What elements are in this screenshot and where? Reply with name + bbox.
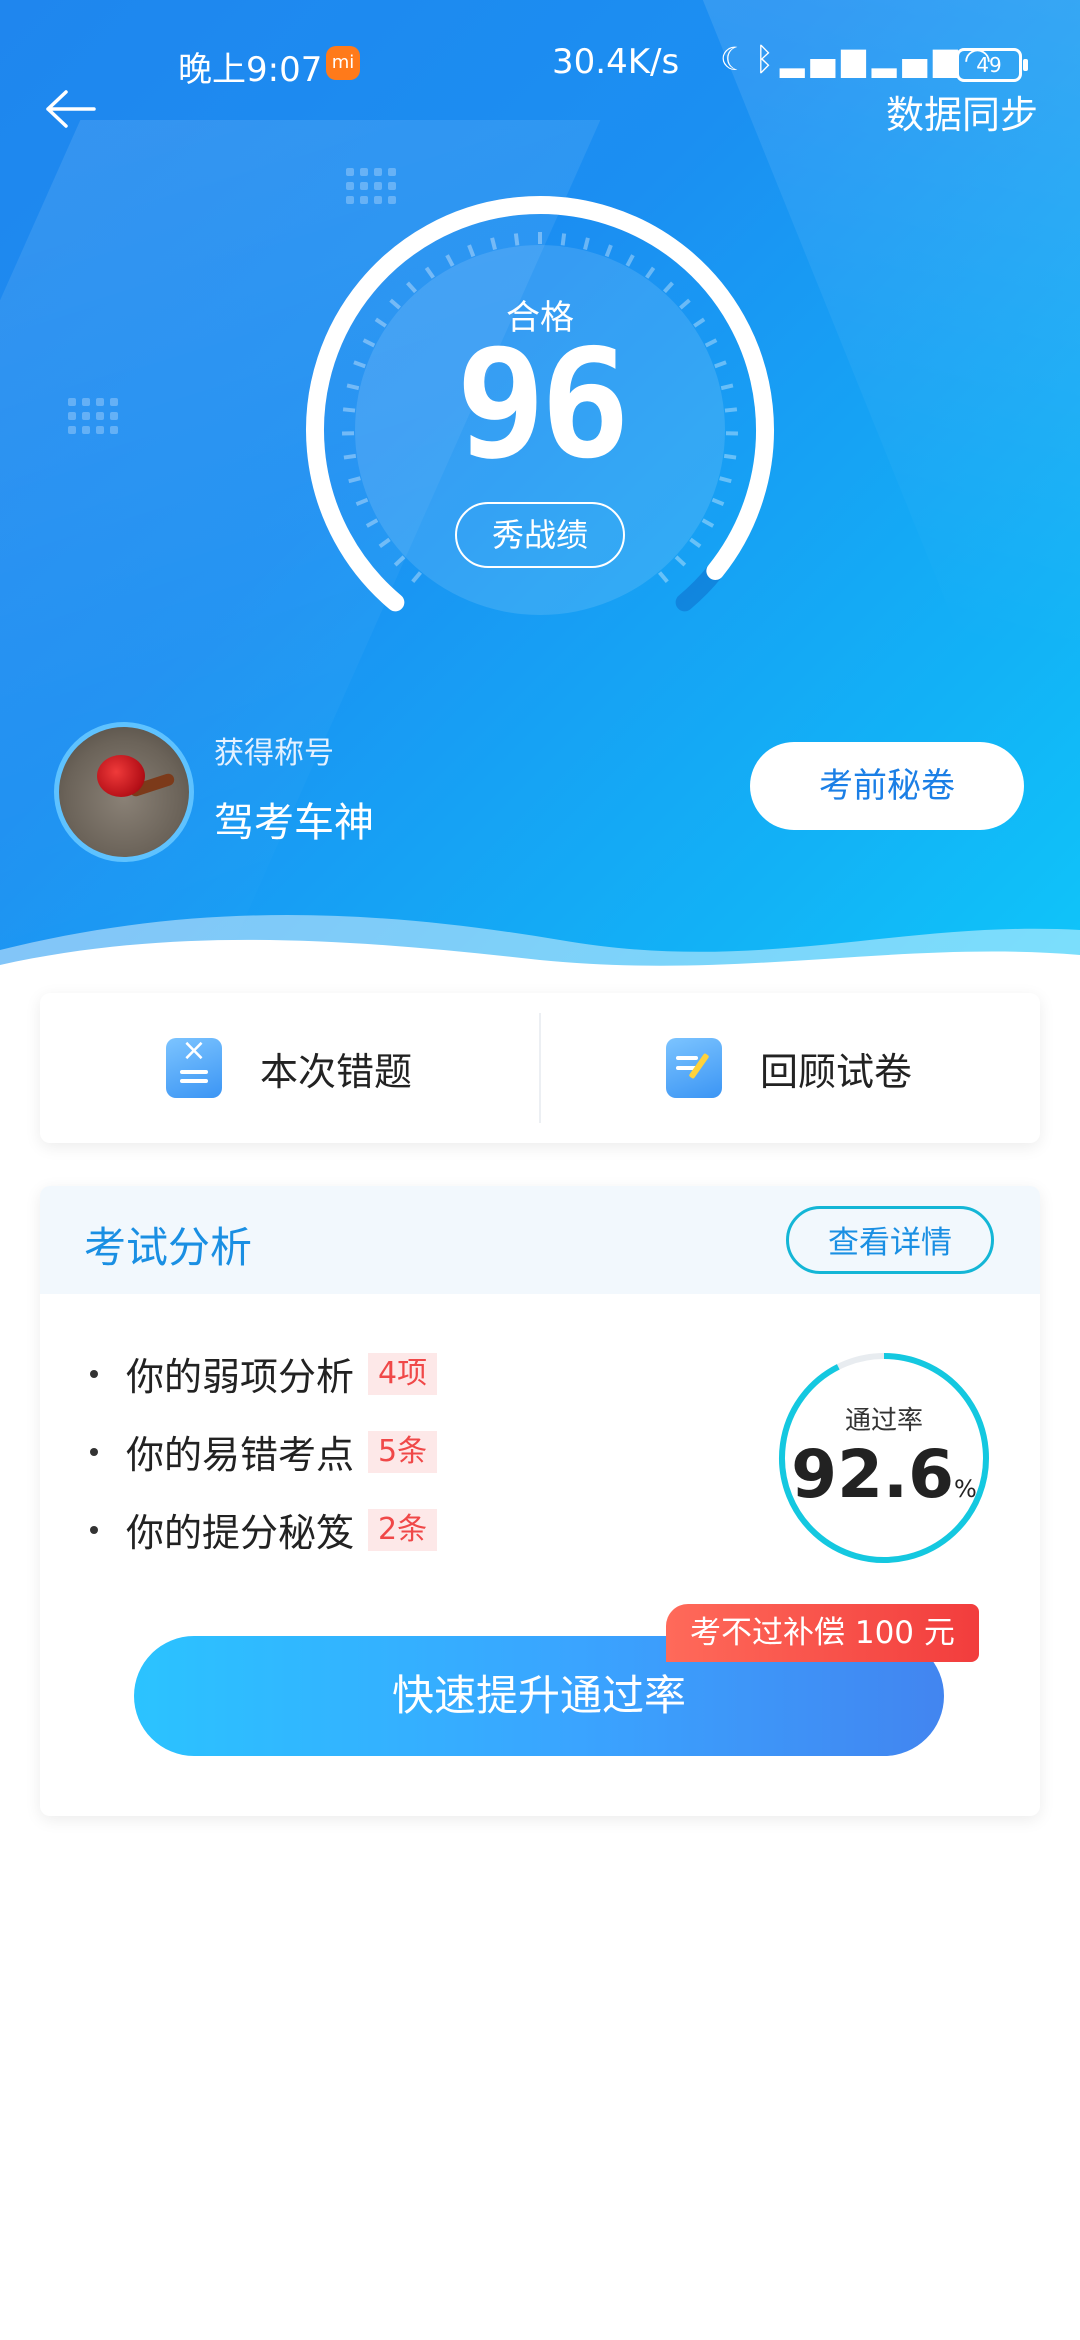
title-label: 获得称号	[214, 736, 334, 771]
review-paper-label: 回顾试卷	[760, 1049, 913, 1094]
gauge-tick	[560, 233, 567, 246]
signal-icon: ▂▄▆	[779, 40, 872, 78]
bluetooth-icon: ᛒ	[754, 40, 780, 78]
list-item[interactable]: 你的弱项分析 4项	[90, 1346, 438, 1401]
gauge-tick	[625, 254, 635, 267]
gauge-tick	[583, 237, 590, 251]
mi-app-icon: mi	[326, 46, 360, 80]
avatar[interactable]	[54, 722, 194, 862]
item-tag: 5条	[368, 1430, 438, 1473]
review-paper-icon	[666, 1038, 722, 1098]
gauge-tick	[424, 266, 435, 279]
pass-rate-ring: 通过率 92.6%	[774, 1348, 994, 1568]
status-bar: 晚上9:07 mi 30.4K/s ☾ᛒ▂▄▆▂▄▆◠ 49	[0, 38, 1080, 90]
title-value: 驾考车神	[214, 800, 374, 846]
item-label: 你的提分秘笈	[126, 1511, 355, 1555]
secret-paper-button[interactable]: 考前秘卷	[750, 742, 1024, 830]
status-net-speed: 30.4K/s	[552, 42, 680, 82]
gauge-tick	[604, 244, 613, 258]
review-paper-button[interactable]: 回顾试卷	[666, 993, 912, 1143]
wrong-questions-label: 本次错题	[260, 1049, 413, 1094]
signal-hd-icon: ▂▄▆	[871, 40, 964, 78]
pass-rate-unit: %	[954, 1475, 977, 1503]
view-details-button[interactable]: 查看详情	[786, 1206, 994, 1274]
pass-rate-value: 92.6%	[774, 1436, 994, 1513]
pass-rate-number: 92.6	[791, 1436, 955, 1513]
bullet	[90, 1525, 98, 1534]
avatar-decoration	[97, 755, 145, 797]
gauge-tick	[355, 497, 369, 507]
wrong-questions-icon	[166, 1038, 222, 1098]
bullet	[90, 1447, 98, 1456]
divider	[539, 1013, 541, 1123]
battery-icon: 49	[956, 48, 1028, 82]
gauge-tick	[674, 555, 687, 567]
wrong-questions-button[interactable]: 本次错题	[166, 993, 412, 1143]
gauge-tick	[658, 571, 669, 583]
pass-rate-label: 通过率	[844, 1406, 923, 1436]
exam-analysis-card: 考试分析 查看详情 你的弱项分析 4项 你的易错考点 5条 你的提分秘笈 2条 …	[40, 1186, 1040, 1816]
gauge-tick	[445, 254, 455, 267]
item-tag: 2条	[368, 1508, 438, 1551]
status-time: 晚上9:07	[178, 50, 323, 90]
gauge-tick	[701, 518, 715, 528]
gauge-tick	[490, 237, 497, 251]
back-button[interactable]	[44, 86, 100, 132]
gauge-tick	[467, 244, 476, 258]
gauge-tick	[689, 537, 702, 548]
data-sync-button[interactable]: 数据同步	[886, 84, 1038, 139]
show-record-button[interactable]: 秀战绩	[455, 502, 625, 568]
gauge-tick	[711, 497, 725, 507]
item-tag: 4项	[368, 1352, 438, 1395]
bullet	[90, 1369, 98, 1378]
score-gauge: 合格 96 秀战绩	[300, 190, 780, 630]
list-item[interactable]: 你的提分秘笈 2条	[90, 1502, 438, 1557]
gauge-tick	[411, 571, 422, 583]
item-label: 你的弱项分析	[126, 1355, 355, 1399]
gauge-tick	[393, 555, 406, 567]
item-label: 你的易错考点	[126, 1433, 355, 1477]
analysis-title: 考试分析	[84, 1223, 253, 1272]
score-value: 96	[455, 318, 631, 492]
analysis-header: 考试分析 查看详情	[40, 1186, 1040, 1294]
wave-divider	[0, 915, 1080, 1000]
moon-icon: ☾	[720, 40, 755, 78]
compensation-badge: 考不过补偿 100 元	[666, 1604, 979, 1662]
gauge-tick	[365, 518, 379, 528]
dots-decoration	[68, 398, 118, 434]
list-item[interactable]: 你的易错考点 5条	[90, 1424, 438, 1479]
gauge-tick	[378, 537, 391, 548]
gauge-tick	[513, 233, 520, 246]
arrow-left-icon	[46, 90, 96, 128]
gauge-tick	[645, 266, 656, 279]
quick-actions-card: 本次错题 回顾试卷	[40, 993, 1040, 1143]
